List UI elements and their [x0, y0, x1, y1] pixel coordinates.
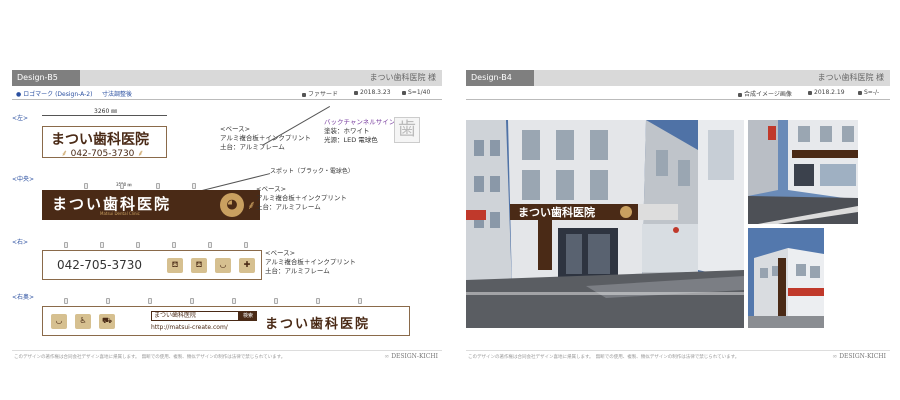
- scale-label: S=1/40: [402, 89, 430, 96]
- photo-street-view: [748, 120, 858, 224]
- sign-center-sub: Matsui Dental Clinic: [100, 211, 140, 216]
- sheet-header: Design-B4 まつい歯科医院 様: [466, 70, 890, 86]
- copyright-note: このデザインの著作権は合同会社デザイン喜地に帰属します。 無断での使用、複製、類…: [14, 355, 286, 360]
- date-label: 2018.3.23: [354, 89, 391, 96]
- sheet-footer: このデザインの著作権は合同会社デザイン喜地に帰属します。 無断での使用、複製、類…: [466, 350, 890, 362]
- sign-left: まつい歯科医院 ⸙ 042-705-3730 ⸙: [42, 126, 167, 159]
- sheet-subbar: 合成イメージ画像 2018.2.19 S=-/-: [466, 88, 890, 98]
- spot-lamp: [100, 242, 104, 248]
- cross-icon: ✚: [239, 258, 255, 273]
- spot-lamp: [84, 183, 88, 189]
- bullet-icon: [858, 90, 862, 95]
- logo-ref: ● ロゴマーク (Design-A-2): [16, 91, 93, 98]
- client-name: まつい歯科医院 様: [369, 73, 436, 82]
- leaf-icon: ⸙: [137, 149, 145, 159]
- photo-sign-text: まつい歯科医院: [518, 205, 595, 219]
- divider: [12, 99, 442, 100]
- sheet-subbar: ● ロゴマーク (Design-A-2) 寸法調整後 ファサード 2018.3.…: [12, 88, 442, 98]
- side-label-left: <左>: [12, 115, 29, 122]
- note-spot: スポット（ブラック・電球色）: [270, 168, 354, 175]
- design-sheet-right: Design-B4 まつい歯科医院 様 合成イメージ画像 2018.2.19 S…: [466, 70, 890, 370]
- sign-search-tag: 検索: [239, 311, 257, 321]
- note-center-spec: <ベース> アルミ複合板＋インクプリント 土台：アルミフレーム: [256, 185, 347, 211]
- note-right-spec: <ベース> アルミ複合板＋インクプリント 土台：アルミフレーム: [265, 249, 356, 275]
- leaf-icon: ⸙: [247, 198, 257, 212]
- sign-right: 042-705-3730 ⛾ ⛾ ◡ ✚: [42, 250, 262, 280]
- date-label: 2018.2.19: [808, 89, 845, 96]
- sign-right-oblique: ◡ ♿ ⛟ まつい歯科医院 検索 http://matsui-create.co…: [42, 306, 410, 336]
- company-logo: ∞ DESIGN-KICHI: [832, 353, 886, 360]
- bullet-icon: [738, 92, 742, 97]
- sign-url: http://matsui-create.com/: [151, 324, 228, 331]
- sign-center: まつい歯科医院 Matsui Dental Clinic ◕ ⸙: [42, 190, 260, 220]
- design-sheet-left: Design-B5 まつい歯科医院 様 ● ロゴマーク (Design-A-2)…: [12, 70, 442, 370]
- design-tag: Design-B4: [466, 70, 534, 86]
- spot-lamp: [136, 242, 140, 248]
- sign-search-box: まつい歯科医院: [151, 311, 239, 321]
- side-label-right-oblique: <右奥>: [12, 294, 35, 301]
- note-channel-sign: バックチャンネルサイン 塗装：ホワイト 光源：LED 電球色: [324, 118, 396, 144]
- design-tag: Design-B5: [12, 70, 80, 86]
- kichi-logo-icon: ∞: [832, 353, 838, 360]
- side-label-right: <右>: [12, 239, 29, 246]
- spot-lamp: [192, 183, 196, 189]
- chair-icon: ⛾: [167, 258, 183, 273]
- composite-label: 合成イメージ画像: [738, 89, 792, 98]
- copyright-note: このデザインの著作権は合同会社デザイン喜地に帰属します。 無断での使用、複製、類…: [468, 355, 740, 360]
- side-view-image: [748, 228, 824, 328]
- spot-lamp: [358, 298, 362, 304]
- spot-lamp: [190, 298, 194, 304]
- spot-lamp: [64, 242, 68, 248]
- dim-adjusted: 寸法調整後: [102, 91, 133, 98]
- tooth-icon: ◡: [215, 258, 231, 273]
- bullet-icon: [402, 90, 406, 95]
- owl-logo-icon: ◕: [220, 193, 244, 217]
- spot-lamp: [148, 298, 152, 304]
- note-left-spec: <ベース> アルミ複合板＋インクプリント 土台：アルミフレーム: [220, 125, 311, 151]
- sign-right-oblique-name: まつい歯科医院: [265, 317, 371, 332]
- street-view-image: [748, 120, 858, 224]
- tooth-icon: ◡: [51, 314, 67, 329]
- spot-lamp: [106, 298, 110, 304]
- stroller-icon: ⛟: [99, 314, 115, 329]
- company-logo: ∞ DESIGN-KICHI: [384, 353, 438, 360]
- spot-lamp: [316, 298, 320, 304]
- divider: [466, 99, 890, 100]
- facade-label: ファサード: [302, 89, 338, 98]
- photo-side-view: [748, 228, 824, 328]
- sheet-header: Design-B5 まつい歯科医院 様: [12, 70, 442, 86]
- spot-lamp: [274, 298, 278, 304]
- spot-lamp: [120, 183, 124, 189]
- chair-icon: ⛾: [191, 258, 207, 273]
- street-scene-image: まつい歯科医院: [466, 120, 744, 328]
- bullet-icon: [354, 90, 358, 95]
- kichi-logo-icon: ∞: [384, 353, 390, 360]
- client-name: まつい歯科医院 様: [817, 73, 884, 82]
- spot-lamp: [172, 242, 176, 248]
- spot-lamp: [64, 298, 68, 304]
- spot-lamp: [156, 183, 160, 189]
- sign-left-tel: ⸙ 042-705-3730 ⸙: [61, 149, 145, 159]
- bullet-icon: [808, 90, 812, 95]
- wheelchair-icon: ♿: [75, 314, 91, 329]
- dimension-top: 3260 ㎜: [94, 108, 118, 115]
- spot-lamp: [244, 242, 248, 248]
- sign-right-tel: 042-705-3730: [57, 258, 143, 272]
- sheet-footer: このデザインの著作権は合同会社デザイン喜地に帰属します。 無断での使用、複製、類…: [12, 350, 442, 362]
- composite-photo-main: まつい歯科医院: [466, 120, 744, 328]
- tooth-logo-icon: 歯: [394, 117, 420, 143]
- bullet-icon: [302, 92, 306, 97]
- leaf-icon: ⸙: [61, 149, 68, 159]
- scale-label: S=-/-: [858, 89, 879, 96]
- spot-lamp: [232, 298, 236, 304]
- dimension-line: [42, 115, 167, 116]
- side-label-center: <中央>: [12, 176, 35, 183]
- spot-lamp: [208, 242, 212, 248]
